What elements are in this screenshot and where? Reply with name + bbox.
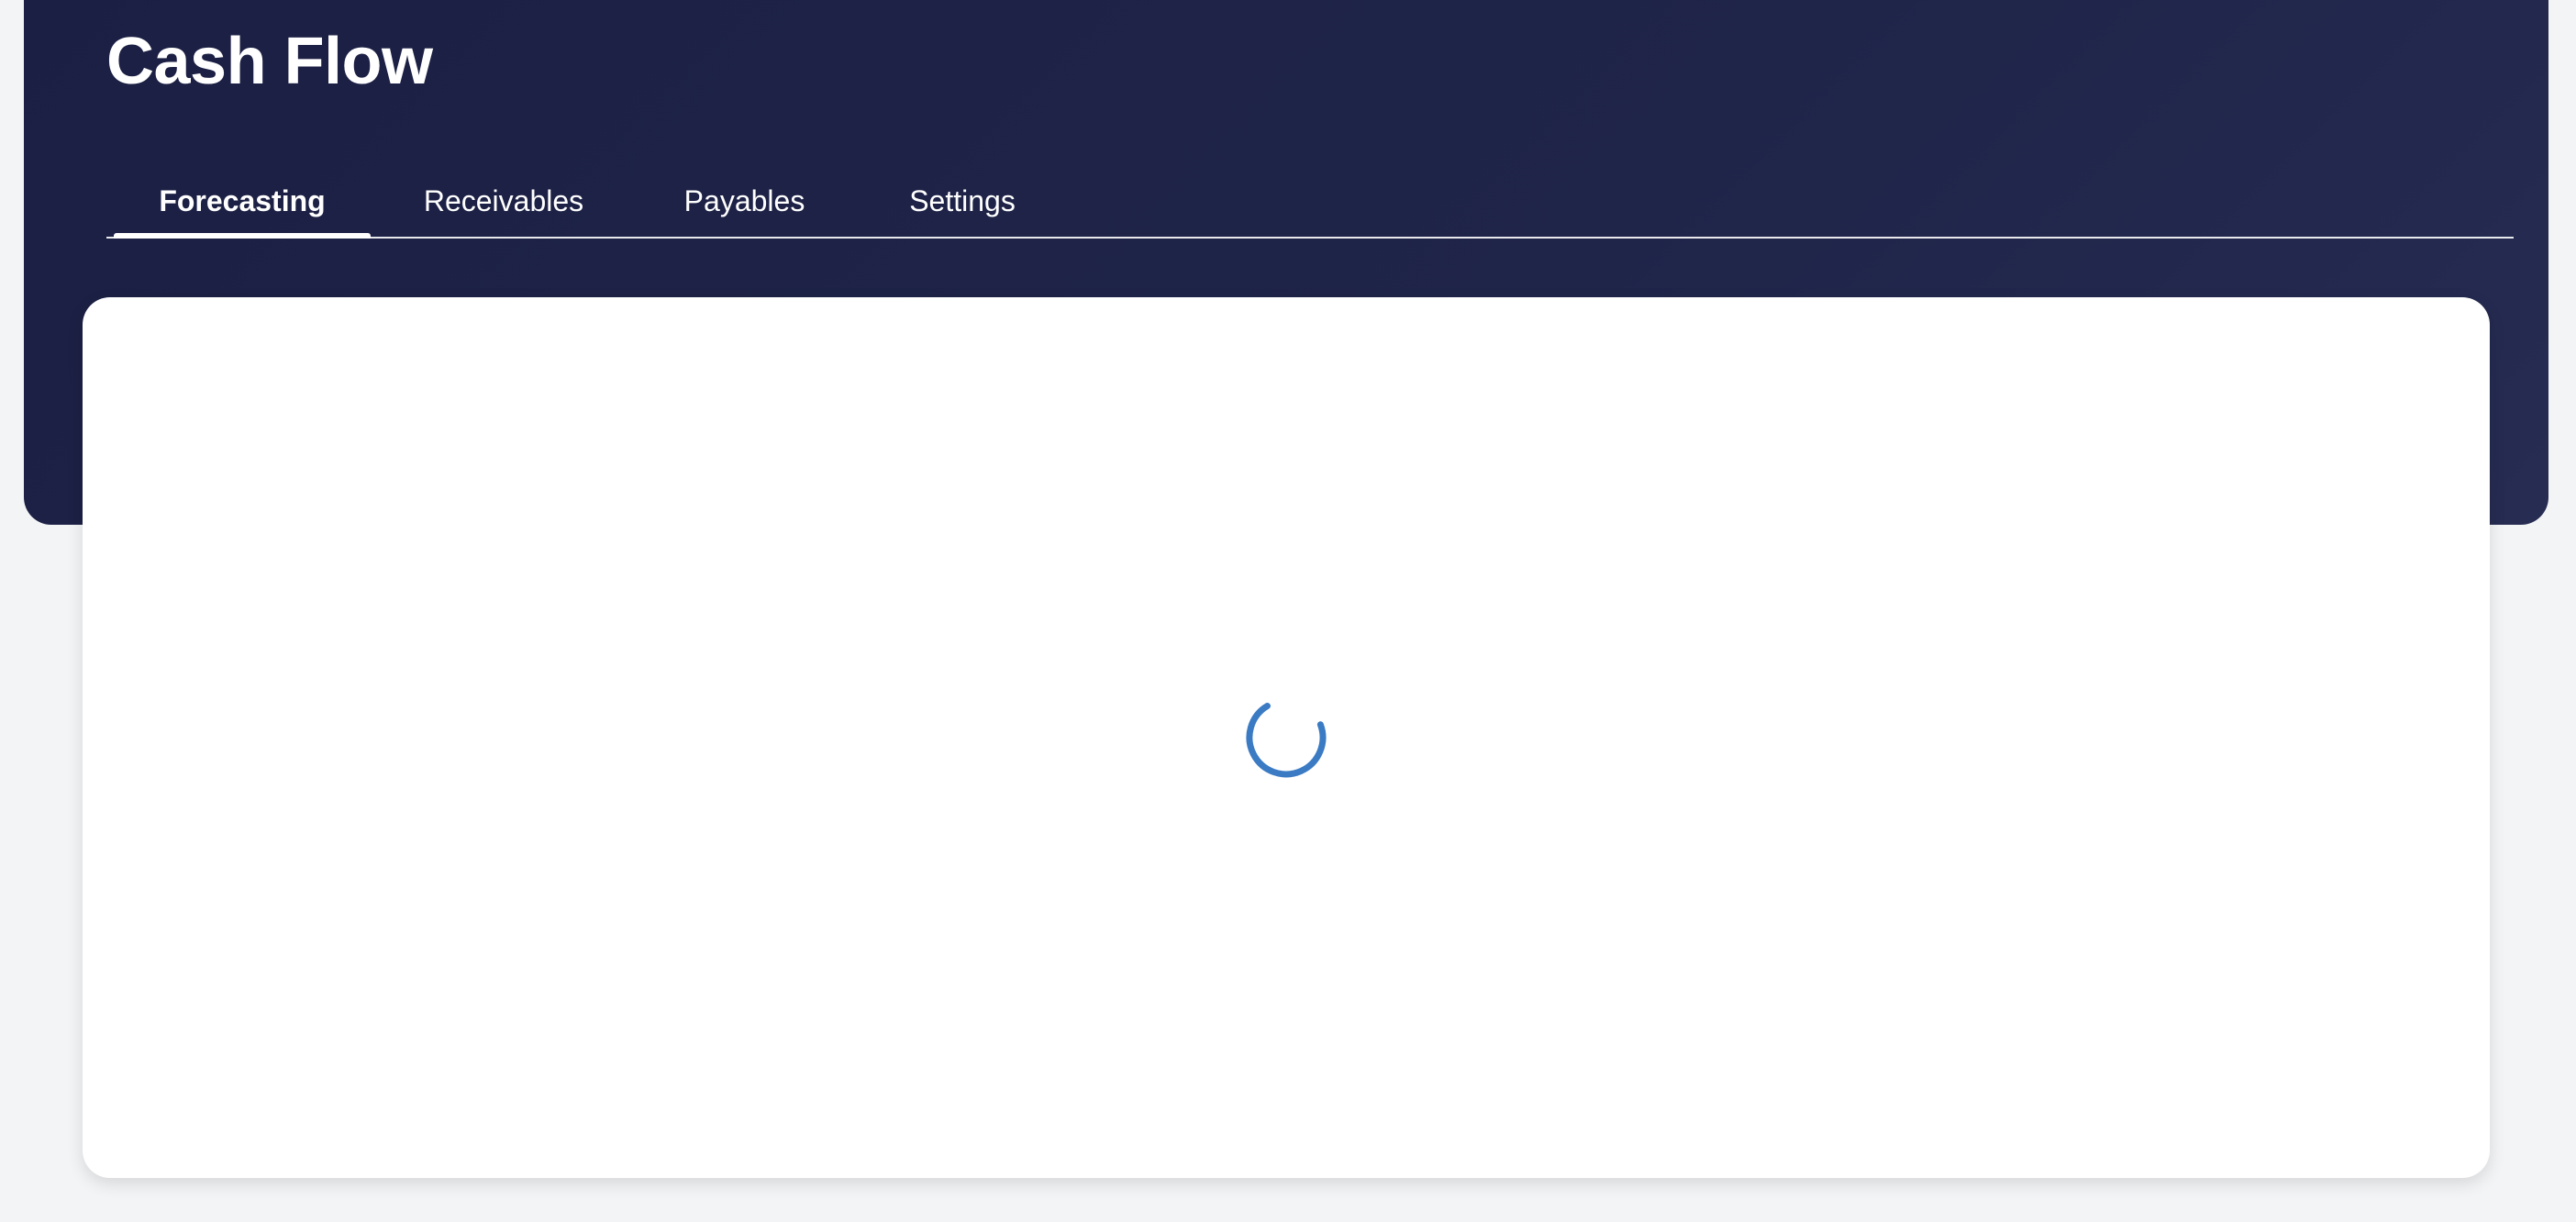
tab-label: Payables	[683, 183, 805, 217]
tab-label: Settings	[909, 183, 1016, 217]
tab-label: Forecasting	[159, 183, 326, 217]
active-tab-indicator	[114, 233, 371, 239]
tab-payables[interactable]: Payables	[637, 165, 852, 237]
loading-spinner-icon	[1246, 703, 1327, 778]
tab-bar: Forecasting Receivables Payables Setting…	[106, 165, 2514, 239]
tab-settings[interactable]: Settings	[852, 165, 1072, 237]
page-title: Cash Flow	[106, 25, 433, 98]
tab-receivables[interactable]: Receivables	[371, 165, 637, 237]
content-card	[83, 297, 2490, 1178]
tab-forecasting[interactable]: Forecasting	[114, 165, 371, 239]
tab-label: Receivables	[423, 183, 584, 217]
